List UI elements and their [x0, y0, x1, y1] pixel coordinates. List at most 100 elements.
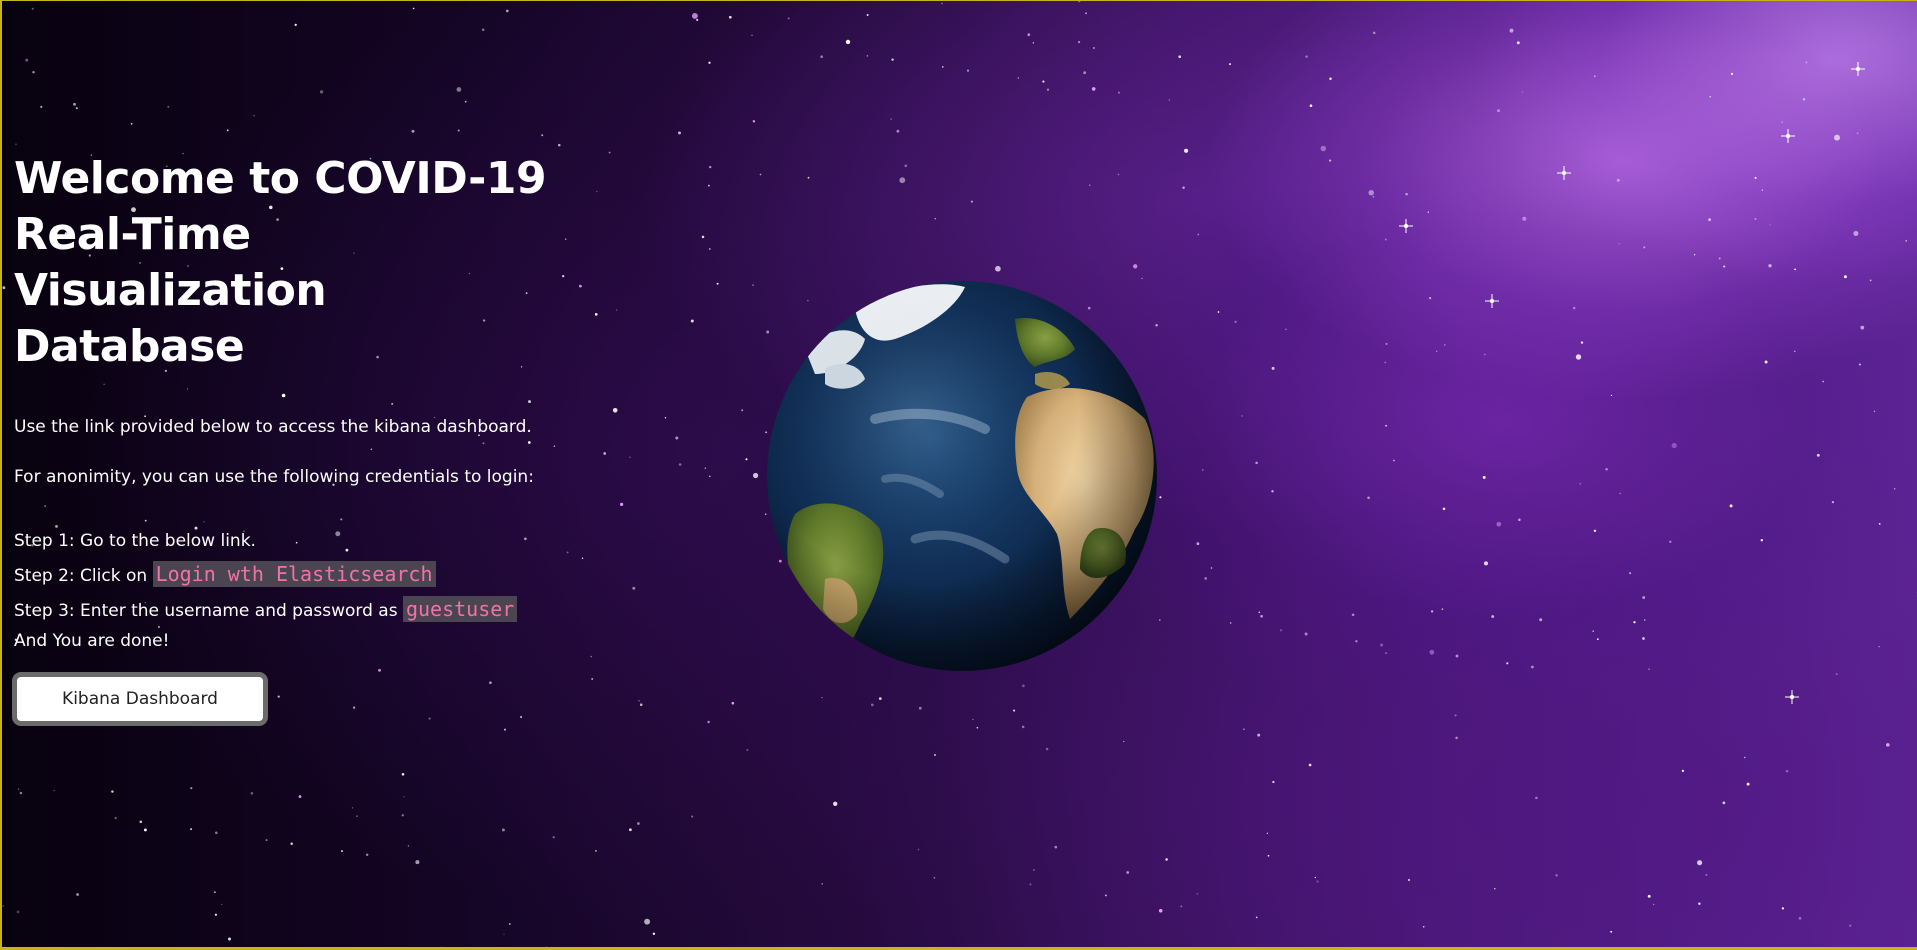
star	[691, 815, 694, 818]
star	[1384, 238, 1387, 241]
star	[1393, 459, 1395, 462]
star	[591, 678, 594, 680]
star	[1078, 41, 1081, 44]
star	[15, 143, 17, 145]
hero-content: Welcome to COVID-19 Real-Time Visualizat…	[12, 151, 574, 726]
star	[1435, 350, 1438, 353]
star	[644, 918, 651, 925]
star	[1535, 796, 1538, 800]
star	[1422, 925, 1425, 928]
star	[746, 749, 749, 751]
star	[407, 845, 410, 847]
star	[167, 105, 170, 108]
star	[1522, 216, 1527, 221]
star	[464, 100, 467, 103]
sparkle-star	[1399, 219, 1413, 233]
star	[1555, 874, 1558, 877]
star	[1368, 189, 1374, 196]
star	[1021, 725, 1025, 729]
star	[1093, 47, 1095, 49]
star	[1407, 878, 1411, 882]
star	[1271, 490, 1274, 493]
star	[709, 165, 712, 169]
star	[866, 14, 869, 16]
star	[1272, 780, 1275, 784]
star	[1878, 646, 1880, 648]
star	[1616, 178, 1620, 182]
star	[1257, 733, 1261, 737]
star	[708, 184, 710, 187]
star	[1754, 176, 1757, 179]
star	[890, 118, 892, 120]
star	[594, 313, 598, 316]
star	[505, 9, 509, 13]
star	[290, 842, 293, 846]
star	[1643, 246, 1646, 249]
kibana-dashboard-button[interactable]: Kibana Dashboard	[12, 672, 268, 726]
star	[1681, 769, 1685, 773]
star	[1610, 930, 1613, 933]
star	[1091, 87, 1096, 91]
star	[17, 788, 20, 790]
star	[966, 69, 970, 72]
star	[111, 790, 114, 793]
star	[25, 58, 29, 62]
star	[1697, 860, 1703, 866]
star	[678, 131, 681, 135]
star	[845, 39, 851, 45]
star	[552, 836, 555, 839]
star	[1671, 442, 1677, 449]
star	[1698, 902, 1701, 905]
star	[821, 883, 823, 885]
star	[1653, 903, 1655, 906]
star	[1705, 873, 1708, 876]
star	[1202, 469, 1204, 471]
star	[32, 71, 35, 74]
star	[1117, 91, 1120, 94]
star	[899, 177, 906, 184]
star	[1196, 542, 1200, 546]
star	[1835, 673, 1838, 676]
star	[1029, 883, 1032, 886]
star	[1266, 832, 1269, 834]
star	[728, 15, 732, 19]
star	[351, 807, 354, 809]
star	[1693, 254, 1696, 256]
star	[603, 452, 607, 455]
sparkle-star	[1557, 166, 1571, 180]
star	[1032, 42, 1034, 44]
star	[73, 102, 76, 106]
star	[319, 90, 324, 94]
star	[1355, 640, 1358, 643]
star	[1429, 297, 1432, 300]
star	[228, 937, 231, 941]
star	[1430, 610, 1434, 613]
star	[1314, 876, 1316, 879]
star	[1243, 728, 1245, 731]
star	[1769, 224, 1771, 226]
star	[1718, 257, 1721, 260]
star	[1126, 871, 1130, 874]
star	[1267, 854, 1270, 857]
star	[741, 409, 744, 412]
steps-list: Step 1: Go to the below link. Step 2: Cl…	[14, 525, 574, 654]
star	[1723, 265, 1726, 268]
star	[1210, 567, 1213, 569]
star	[1794, 350, 1796, 353]
star	[941, 66, 944, 68]
star	[1442, 507, 1446, 511]
star	[1444, 344, 1446, 346]
star	[1746, 782, 1750, 786]
title-line-3: Database	[14, 321, 245, 372]
step-1: Step 1: Go to the below link.	[14, 525, 574, 558]
star	[1709, 96, 1711, 98]
star	[1017, 77, 1020, 79]
star	[1708, 218, 1711, 222]
star	[1580, 341, 1584, 344]
star	[143, 828, 147, 832]
star	[1329, 159, 1332, 162]
star	[972, 718, 974, 721]
star	[632, 586, 636, 590]
star	[696, 18, 699, 21]
star	[1085, 12, 1087, 15]
